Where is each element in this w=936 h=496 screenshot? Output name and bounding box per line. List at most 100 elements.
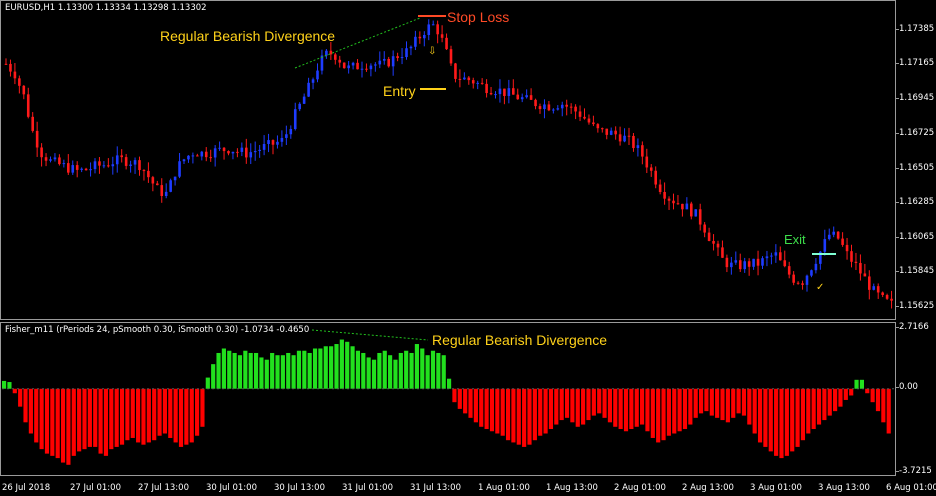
fisher-bar (623, 388, 629, 432)
fisher-bar (875, 388, 881, 412)
candle-body (645, 156, 649, 168)
candle-body (454, 63, 457, 79)
fisher-bar (736, 388, 741, 414)
fisher-bar (613, 388, 618, 427)
fisher-bar (280, 355, 285, 389)
candle-body (596, 124, 600, 129)
candle-body (685, 203, 689, 210)
candle-body (35, 130, 39, 148)
candle-body (374, 64, 377, 66)
candle-body (102, 165, 106, 167)
candle-body (307, 82, 310, 97)
fisher-bar (66, 388, 71, 465)
fisher-bar (318, 348, 323, 389)
fisher-bar (205, 377, 210, 389)
fisher-bar (189, 388, 194, 443)
fisher-bar (398, 352, 403, 389)
candle-body (458, 78, 462, 80)
fisher-bar (757, 388, 763, 443)
candle-body (298, 103, 301, 110)
candle-body (71, 165, 75, 173)
fisher-bar (388, 355, 393, 389)
candle-body (347, 65, 350, 69)
candle-body (245, 147, 248, 158)
candle-body (516, 94, 520, 100)
fisher-bar (505, 388, 511, 441)
candle-body (796, 282, 800, 284)
fisher-bar (152, 388, 157, 441)
fisher-bar (656, 388, 661, 443)
fisher-bar (173, 388, 178, 443)
fisher-bar (618, 388, 623, 430)
candle-body (124, 157, 128, 166)
fisher-bar (216, 352, 221, 389)
indicator-tick: 2.7166 (896, 322, 929, 332)
fisher-bar (516, 388, 521, 445)
candle-body (654, 170, 657, 185)
candle-body (449, 49, 453, 64)
time-tick: 30 Jul 13:00 (274, 483, 325, 493)
fisher-bar (838, 388, 843, 407)
candle-body (213, 148, 217, 158)
fisher-bar (661, 388, 666, 441)
fisher-bar (709, 388, 714, 416)
fisher-bar (779, 388, 784, 459)
candle-body (498, 88, 502, 95)
fisher-bar (479, 388, 484, 427)
candle-body (694, 209, 698, 217)
candle-body (267, 140, 270, 145)
fisher-bar (827, 388, 832, 416)
fisher-bar (232, 352, 237, 389)
candle-body (765, 256, 769, 259)
candle-body (574, 106, 577, 112)
candle-body (253, 150, 257, 153)
fisher-bar (393, 359, 398, 389)
fisher-bar (548, 388, 554, 430)
fisher-bar (248, 352, 253, 389)
candle-body (667, 198, 671, 201)
candle-body (258, 149, 261, 151)
fisher-bar (511, 388, 516, 443)
candle-body (707, 232, 711, 241)
candle-body (325, 50, 328, 56)
candle-body (770, 255, 773, 257)
candle-body (578, 111, 582, 117)
time-tick: 2 Aug 13:00 (682, 483, 734, 493)
candle-body (409, 46, 413, 49)
fisher-bar (447, 378, 452, 389)
candle-body (285, 134, 288, 138)
candle-body (556, 108, 560, 110)
time-tick: 31 Jul 13:00 (410, 483, 461, 493)
candle-body (360, 68, 364, 70)
fisher-bar (141, 388, 146, 445)
candle-body (276, 141, 279, 145)
fisher-bar (23, 388, 28, 423)
candle-body (311, 79, 315, 83)
price-axis: 1.17385 1.17165 1.16945 1.16725 1.16505 1.162… (895, 0, 936, 320)
fisher-bar (28, 388, 33, 434)
fisher-bar (581, 388, 586, 425)
candle-body (787, 266, 791, 275)
price-tick: 1.16065 (895, 232, 935, 242)
candle-body (396, 56, 399, 59)
candle-body (98, 161, 101, 166)
fisher-bar (747, 388, 752, 425)
candle-body (525, 95, 528, 98)
candle-body (743, 261, 746, 270)
indicator-tick: 0.00 (896, 382, 918, 392)
candle-body (467, 77, 471, 81)
fisher-bar (334, 344, 339, 389)
candle-body (489, 93, 493, 95)
indicator-divergence-label: Regular Bearish Divergence (432, 332, 608, 348)
fisher-bar (629, 388, 634, 430)
fisher-bar (168, 388, 173, 438)
fisher-bar (329, 346, 334, 389)
indicator-divergence-line (311, 329, 429, 341)
candle-body (854, 261, 858, 263)
candle-body (503, 88, 506, 96)
time-tick: 31 Jul 01:00 (342, 483, 393, 493)
candle-body (832, 231, 835, 235)
candle-body (779, 252, 782, 261)
fisher-bar (355, 350, 361, 389)
candle-body (160, 185, 164, 197)
